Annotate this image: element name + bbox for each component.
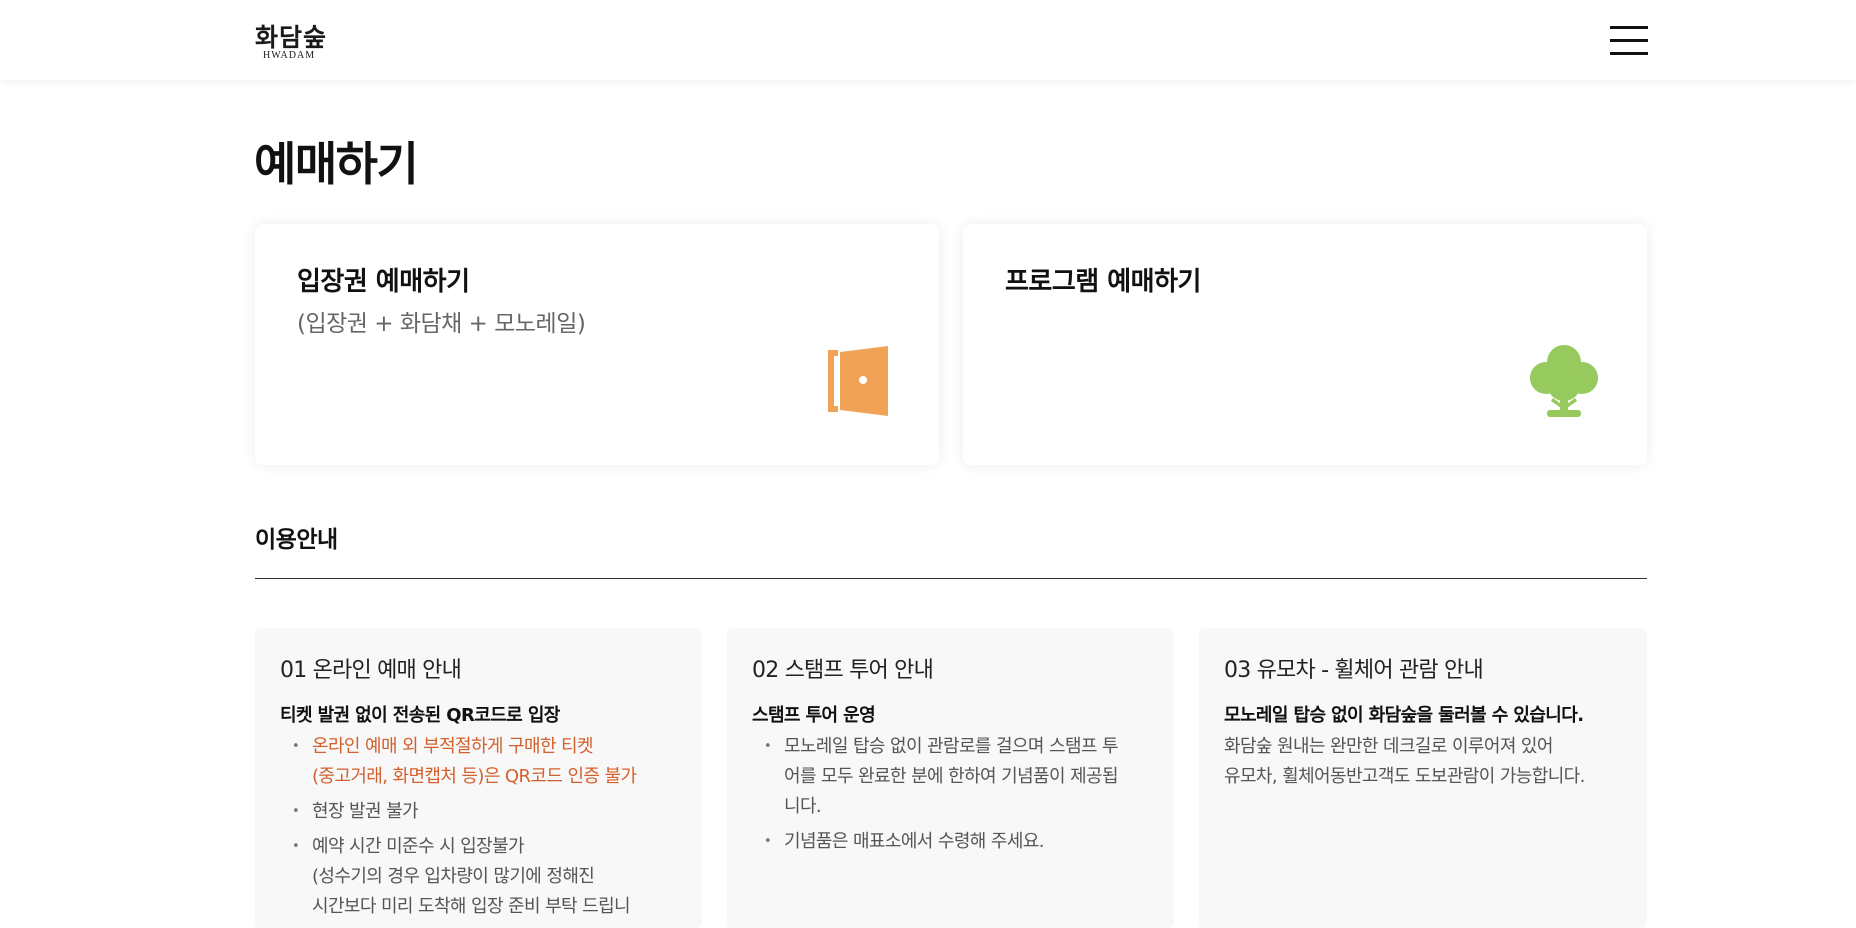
admission-ticket-card[interactable]: 입장권 예매하기 (입장권 + 화담채 + 모노레일)	[255, 224, 939, 465]
list-item: 모노레일 탑승 없이 관람로를 걸으며 스탬프 투 어를 모두 완료한 분에 한…	[752, 732, 1164, 822]
info-panel-subtitle: 스탬프 투어 운영	[752, 705, 876, 726]
info-bullet-list: 모노레일 탑승 없이 관람로를 걸으며 스탬프 투 어를 모두 완료한 분에 한…	[752, 732, 1164, 862]
section-divider	[255, 578, 1647, 579]
hamburger-menu-icon[interactable]	[1610, 24, 1648, 56]
online-booking-info-panel: 01 온라인 예매 안내 티켓 발권 없이 전송된 QR코드로 입장 온라인 예…	[255, 628, 702, 928]
list-item: 현장 발권 불가	[280, 797, 692, 827]
list-item: 예약 시간 미준수 시 입장불가 (성수기의 경우 입차량이 많기에 정해진 시…	[280, 832, 692, 922]
logo-korean-text: 화담숲	[255, 23, 328, 52]
card-title: 입장권 예매하기	[297, 267, 470, 297]
list-item: 온라인 예매 외 부적절하게 구매한 티켓 (중고거래, 화면캡처 등)은 QR…	[280, 732, 692, 792]
tree-icon	[1530, 345, 1598, 417]
stamp-tour-info-panel: 02 스탬프 투어 안내 스탬프 투어 운영 모노레일 탑승 없이 관람로를 걸…	[727, 628, 1174, 928]
site-logo[interactable]: 화담숲 HWADAM	[255, 18, 335, 64]
card-subtitle: (입장권 + 화담채 + 모노레일)	[297, 311, 586, 337]
stroller-wheelchair-info-panel: 03 유모차 - 휠체어 관람 안내 모노레일 탑승 없이 화담숲을 둘러볼 수…	[1199, 628, 1647, 928]
door-icon	[828, 346, 888, 416]
info-panel-title: 01 온라인 예매 안내	[280, 658, 462, 683]
page-title: 예매하기	[254, 137, 419, 191]
card-title: 프로그램 예매하기	[1005, 267, 1201, 297]
info-panel-text: 화담숲 원내는 완만한 데크길로 이루어져 있어 유모차, 휠체어동반고객도 도…	[1224, 736, 1585, 787]
logo-english-text: HWADAM	[263, 50, 316, 61]
site-header: 화담숲 HWADAM	[0, 0, 1856, 80]
usage-guide-title: 이용안내	[255, 527, 338, 553]
program-booking-card[interactable]: 프로그램 예매하기	[963, 224, 1647, 465]
info-panel-subtitle: 티켓 발권 없이 전송된 QR코드로 입장	[280, 705, 560, 726]
info-panel-subtitle: 모노레일 탑승 없이 화담숲을 둘러볼 수 있습니다.	[1224, 705, 1584, 726]
info-panel-title: 02 스탬프 투어 안내	[752, 658, 934, 683]
list-item: 기념품은 매표소에서 수령해 주세요.	[752, 827, 1164, 857]
info-panel-title: 03 유모차 - 휠체어 관람 안내	[1224, 658, 1484, 683]
info-bullet-list: 온라인 예매 외 부적절하게 구매한 티켓 (중고거래, 화면캡처 등)은 QR…	[280, 732, 692, 927]
